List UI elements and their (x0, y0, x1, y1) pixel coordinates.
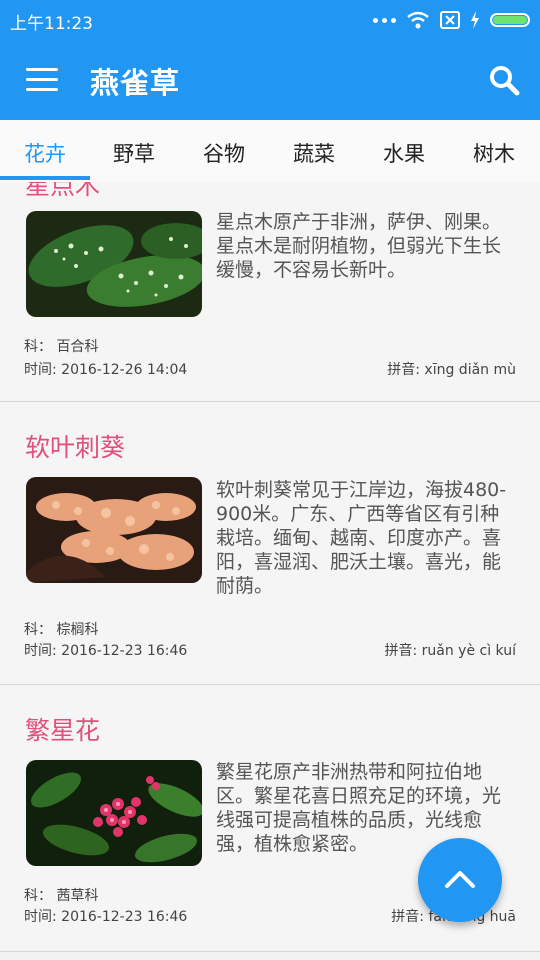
time-value: 2016-12-26 14:04 (61, 362, 188, 378)
family-label: 科： (24, 888, 52, 904)
plant-image (26, 211, 202, 317)
tab-weeds[interactable]: 野草 (113, 138, 155, 168)
item-title: 软叶刺葵 (25, 433, 126, 462)
list-item[interactable]: 软叶刺葵 软叶刺葵常见于江岸边，海拔480-900米。广东、广西等省区有引种栽培… (0, 402, 540, 685)
tab-indicator (0, 176, 90, 180)
item-family: 科： 百合科 (24, 336, 98, 356)
list-item[interactable]: 星点木 星点木原产于非洲，萨伊、刚果。星点木是耐阴植物，但弱光下生长缓慢，不容易… (0, 182, 540, 402)
time-label: 时间: (24, 643, 57, 659)
item-title: 星点木 (25, 182, 101, 200)
time-label: 时间: (24, 362, 57, 378)
tab-trees[interactable]: 树木 (473, 138, 515, 168)
plant-image (26, 477, 202, 583)
menu-icon[interactable] (26, 68, 58, 92)
tab-fruits[interactable]: 水果 (383, 138, 425, 168)
tab-vegetables[interactable]: 蔬菜 (293, 138, 335, 168)
tab-grains[interactable]: 谷物 (203, 138, 245, 168)
battery-icon (490, 13, 530, 27)
pinyin-label: 拼音: (384, 643, 418, 659)
search-icon[interactable] (488, 64, 520, 96)
item-title: 繁星花 (25, 716, 101, 745)
family-value: 棕榈科 (56, 622, 99, 638)
family-value: 茜草科 (56, 888, 99, 904)
family-value: 百合科 (56, 339, 99, 355)
status-icons (373, 8, 530, 32)
item-time: 时间: 2016-12-23 16:46 (24, 906, 187, 926)
item-family: 科： 棕榈科 (24, 619, 98, 639)
app-bar: 燕雀草 (0, 40, 540, 120)
item-description: 软叶刺葵常见于江岸边，海拔480-900米。广东、广西等省区有引种栽培。缅甸、越… (216, 479, 507, 597)
item-description: 星点木原产于非洲，萨伊、刚果。星点木是耐阴植物，但弱光下生长缓慢，不容易长新叶。 (216, 211, 502, 281)
pinyin-value: ruǎn yè cì kuí (421, 643, 516, 659)
charging-icon (471, 11, 479, 29)
time-value: 2016-12-23 16:46 (61, 643, 188, 659)
status-time: 上午11:23 (10, 14, 93, 34)
pinyin-value: xīng diǎn mù (424, 362, 516, 378)
status-bar: 上午11:23 (0, 0, 540, 40)
no-sim-icon (440, 11, 460, 29)
item-family: 科： 茜草科 (24, 885, 98, 905)
plant-image (26, 760, 202, 866)
time-value: 2016-12-23 16:46 (61, 909, 188, 925)
tab-flowers[interactable]: 花卉 (24, 138, 66, 168)
item-time: 时间: 2016-12-26 14:04 (24, 359, 187, 379)
app-title: 燕雀草 (90, 66, 181, 100)
wifi-icon (407, 11, 429, 29)
category-tabs: 花卉 野草 谷物 蔬菜 水果 树木 (0, 120, 540, 183)
family-label: 科： (24, 622, 52, 638)
pinyin-label: 拼音: (387, 362, 420, 378)
item-pinyin: 拼音: ruǎn yè cì kuí (384, 640, 516, 660)
time-label: 时间: (24, 909, 57, 925)
scroll-to-top-button[interactable] (418, 838, 502, 922)
item-time: 时间: 2016-12-23 16:46 (24, 640, 187, 660)
more-dots-icon (373, 17, 396, 23)
item-pinyin: 拼音: xīng diǎn mù (387, 359, 516, 379)
chevron-up-icon (445, 871, 475, 888)
family-label: 科： (24, 339, 52, 355)
